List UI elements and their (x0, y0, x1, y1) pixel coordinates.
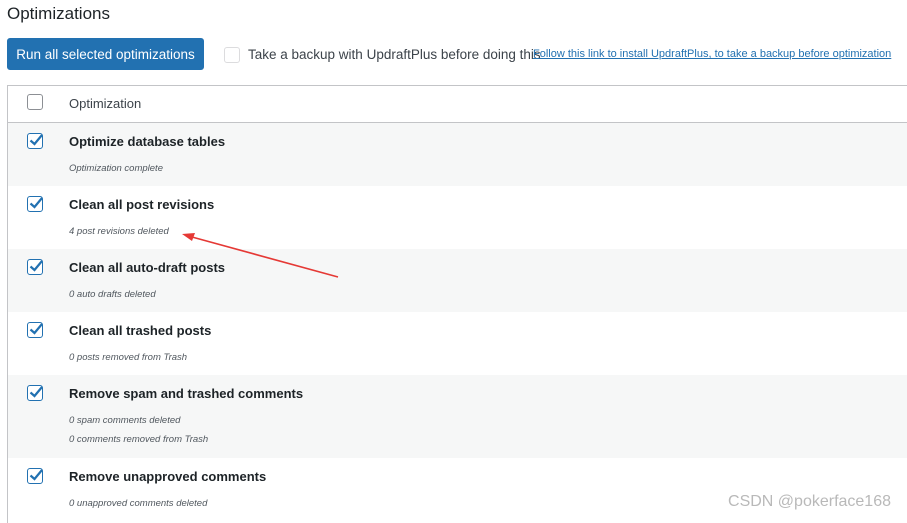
row-status: 0 posts removed from Trash (69, 352, 188, 363)
row-status: Optimization complete (69, 163, 163, 174)
row-status: 0 comments removed from Trash (69, 434, 209, 445)
install-updraftplus-link[interactable]: Follow this link to install UpdraftPlus,… (533, 48, 891, 60)
backup-checkbox[interactable] (224, 47, 240, 63)
page-title: Optimizations (7, 4, 110, 23)
row-title: Remove unapproved comments (69, 469, 267, 484)
select-all-checkbox[interactable] (27, 94, 43, 110)
row-status: 0 auto drafts deleted (69, 289, 156, 300)
backup-label: Take a backup with UpdraftPlus before do… (248, 47, 541, 62)
optimizations-table: Optimization Optimize database tables Op… (7, 85, 907, 523)
row-status: 0 spam comments deleted (69, 415, 181, 426)
watermark: CSDN @pokerface168 (728, 493, 891, 510)
table-row: Remove unapproved comments 0 unapproved … (8, 458, 907, 523)
checkmark-icon (29, 197, 43, 209)
checkmark-icon (29, 323, 43, 335)
row-title: Optimize database tables (69, 134, 226, 149)
run-all-optimizations-button[interactable]: Run all selected optimizations (7, 38, 204, 70)
row-title: Clean all auto-draft posts (69, 260, 226, 275)
table-row: Clean all auto-draft posts 0 auto drafts… (8, 249, 907, 312)
row-checkbox[interactable] (27, 385, 43, 401)
row-status: 0 unapproved comments deleted (69, 498, 208, 509)
optimization-column-header: Optimization (69, 96, 142, 111)
checkmark-icon (29, 134, 43, 146)
row-title: Clean all post revisions (69, 197, 215, 212)
table-header: Optimization (8, 86, 907, 123)
row-checkbox[interactable] (27, 468, 43, 484)
table-row: Clean all post revisions 4 post revision… (8, 186, 907, 249)
table-row: Optimize database tables Optimization co… (8, 123, 907, 186)
row-checkbox[interactable] (27, 322, 43, 338)
row-checkbox[interactable] (27, 259, 43, 275)
table-row: Clean all trashed posts 0 posts removed … (8, 312, 907, 375)
row-checkbox[interactable] (27, 196, 43, 212)
row-title: Clean all trashed posts (69, 323, 212, 338)
checkmark-icon (29, 469, 43, 481)
table-row: Remove spam and trashed comments 0 spam … (8, 375, 907, 458)
checkmark-icon (29, 386, 43, 398)
checkmark-icon (29, 260, 43, 272)
row-status: 4 post revisions deleted (69, 226, 169, 237)
row-title: Remove spam and trashed comments (69, 386, 304, 401)
row-checkbox[interactable] (27, 133, 43, 149)
